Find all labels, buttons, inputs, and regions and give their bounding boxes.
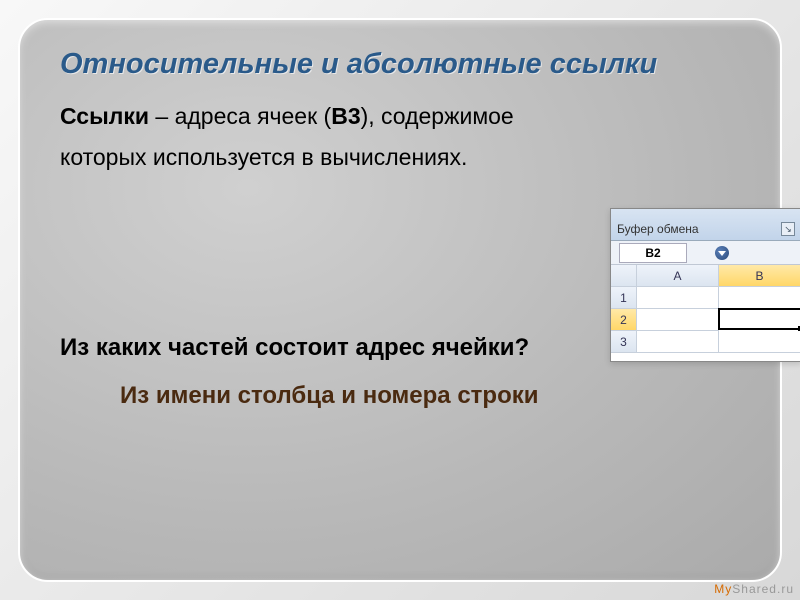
answer-text: Из имени столбца и номера строки [120, 382, 740, 410]
watermark-c: .ru [777, 582, 794, 596]
name-box-dropdown-icon[interactable] [715, 246, 729, 260]
cell-a3[interactable] [637, 331, 719, 353]
watermark-a: My [714, 582, 732, 596]
slide-title: Относительные и абсолютные ссылки [60, 48, 740, 81]
row-header-3[interactable]: 3 [611, 331, 637, 353]
body-lead: Ссылки [60, 103, 149, 129]
select-all-corner[interactable] [611, 265, 637, 287]
watermark-b: Shared [732, 582, 777, 596]
cell-a1[interactable] [637, 287, 719, 309]
ribbon-group-label: Буфер обмена [617, 222, 699, 236]
cell-a2[interactable] [637, 309, 719, 331]
body-line1-rest: – адреса ячеек ( [149, 103, 331, 129]
body-line-1: Ссылки – адреса ячеек (В3), содержимое [60, 99, 740, 134]
name-box[interactable]: B2 [619, 243, 687, 263]
cell-b3[interactable] [719, 331, 800, 353]
body-cell-ref: В3 [331, 103, 360, 129]
excel-ribbon: Буфер обмена ↘ [611, 209, 800, 241]
dialog-launcher-icon[interactable]: ↘ [781, 222, 795, 236]
row-header-1[interactable]: 1 [611, 287, 637, 309]
watermark: MyShared.ru [714, 582, 794, 596]
name-box-row: B2 [611, 241, 800, 265]
excel-thumbnail: Буфер обмена ↘ B2 A B 1 2 3 [610, 208, 800, 362]
column-header-b[interactable]: B [719, 265, 800, 287]
column-header-a[interactable]: A [637, 265, 719, 287]
spreadsheet-grid: A B 1 2 3 [611, 265, 800, 353]
body-line1-tail: ), содержимое [361, 103, 514, 129]
cell-b1[interactable] [719, 287, 800, 309]
cell-b2-selected[interactable] [718, 308, 800, 330]
body-line-2: которых используется в вычислениях. [60, 140, 740, 175]
row-header-2[interactable]: 2 [611, 309, 637, 331]
